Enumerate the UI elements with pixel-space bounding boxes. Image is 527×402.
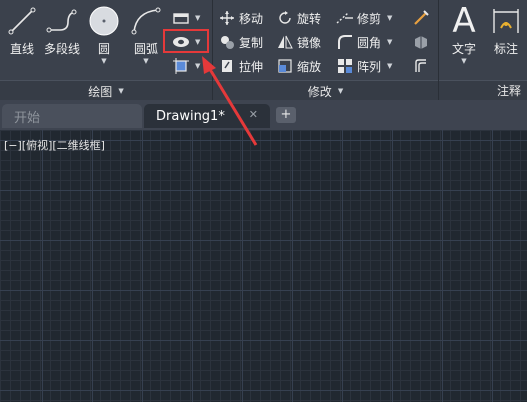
annotation-arrow <box>202 56 258 146</box>
